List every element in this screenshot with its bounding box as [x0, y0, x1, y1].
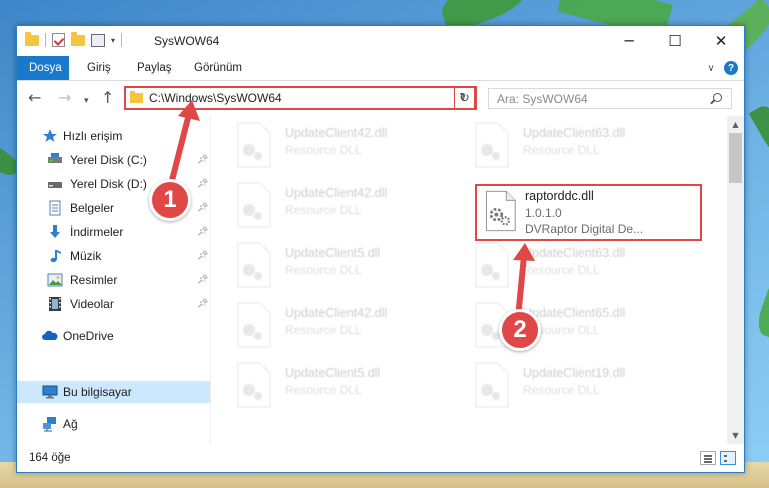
step-badge-1: 1 — [149, 179, 191, 221]
annotation-arrows — [165, 100, 535, 321]
step-badge-2: 2 — [499, 309, 541, 351]
